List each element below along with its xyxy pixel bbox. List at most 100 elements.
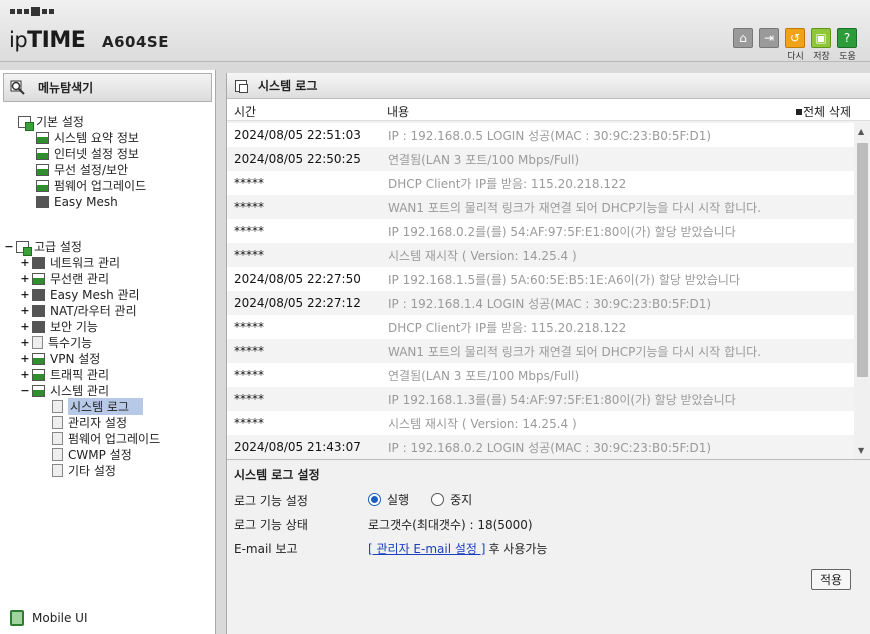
tree-basic-settings[interactable]: 기본 설정: [18, 114, 84, 131]
home-icon: ⌂: [733, 28, 753, 48]
log-row: ***** IP 192.168.0.2를(를) 54:AF:97:5F:E1:…: [234, 224, 736, 239]
expand-toggle[interactable]: +: [20, 256, 30, 269]
tree-item-traffic[interactable]: + 트래픽 관리: [20, 367, 109, 382]
delete-all-button[interactable]: 전체 삭제: [796, 103, 851, 120]
log-row: ***** IP 192.168.1.3를(를) 54:AF:97:5F:E1:…: [227, 387, 854, 411]
log-settings-section: 시스템 로그 설정 로그 기능 설정 실행 중지 로그 기능 상태 로그갯수(최…: [227, 459, 870, 599]
email-report-value: [ 관리자 E-mail 설정 ] 후 사용가능: [368, 540, 548, 557]
brand-logo: ipTIME: [9, 28, 86, 53]
lock-icon: [32, 320, 45, 333]
log-row: ***** WAN1 포트의 물리적 링크가 재연결 되어 DHCP기능을 다시…: [227, 339, 854, 363]
tree-item-system-summary[interactable]: 시스템 요약 정보: [36, 130, 139, 145]
logout-button[interactable]: ⇥: [759, 28, 780, 62]
scroll-thumb[interactable]: [857, 143, 868, 377]
scroll-up-icon[interactable]: ▲: [858, 127, 864, 136]
log-row: ***** 연결됨(LAN 3 포트/100 Mbps/Full): [234, 368, 580, 383]
page-title: 시스템 로그: [258, 79, 318, 93]
expand-toggle[interactable]: +: [20, 272, 30, 285]
email-report-label: E-mail 보고: [234, 542, 298, 556]
tree-item-firmware[interactable]: 펌웨어 업그레이드: [52, 431, 160, 446]
tree-item-wireless-security[interactable]: 무선 설정/보안: [36, 162, 128, 177]
header: ipTIME A604SE ⌂ ⇥ ↺ 다시 ▣ 저장 ? 도움: [0, 0, 870, 62]
tree-item-firmware-upgrade[interactable]: 펌웨어 업그레이드: [36, 178, 146, 193]
radio-stop[interactable]: [431, 493, 445, 506]
scroll-down-icon[interactable]: ▼: [858, 446, 864, 455]
expand-toggle[interactable]: +: [20, 304, 30, 317]
tree-item-admin-settings[interactable]: 관리자 설정: [52, 415, 127, 430]
log-scrollbar[interactable]: ▲ ▼: [854, 123, 870, 459]
home-button[interactable]: ⌂: [733, 28, 754, 62]
expand-toggle[interactable]: +: [20, 352, 30, 365]
tree-item-wireless-lan[interactable]: + 무선랜 관리: [20, 271, 109, 286]
expand-toggle[interactable]: +: [20, 320, 30, 333]
admin-email-settings-link[interactable]: [ 관리자 E-mail 설정 ]: [368, 540, 485, 557]
folder-icon: [16, 240, 32, 256]
log-row: 2024/08/05 22:50:25 연결됨(LAN 3 포트/100 Mbp…: [227, 147, 854, 171]
log-row: ***** WAN1 포트의 물리적 링크가 재연결 되어 DHCP기능을 다시…: [227, 195, 854, 219]
page-icon: [52, 464, 63, 477]
log-row: ***** DHCP Client가 IP를 받음: 115.20.218.12…: [234, 320, 627, 335]
log-func-options: 실행 중지: [368, 491, 472, 508]
page-icon: [52, 448, 63, 461]
traffic-icon: [32, 368, 45, 381]
log-status-label: 로그 기능 상태: [234, 518, 308, 532]
header-toolbar: ⌂ ⇥ ↺ 다시 ▣ 저장 ? 도움: [733, 28, 858, 62]
log-list: 2024/08/05 22:51:03 IP : 192.168.0.5 LOG…: [227, 123, 870, 459]
help-icon: ?: [837, 28, 857, 48]
page-icon: [52, 400, 63, 413]
tree-item-network[interactable]: + 네트워크 관리: [20, 255, 120, 270]
tree-item-system-mgmt[interactable]: − 시스템 관리: [20, 383, 109, 398]
mesh-icon: [32, 288, 45, 301]
mesh-icon: [36, 195, 49, 208]
mobile-phone-icon: [10, 610, 24, 626]
tree-item-special[interactable]: + 특수기능: [20, 335, 92, 350]
chart-icon: [36, 131, 49, 144]
column-content: 내용: [387, 105, 410, 119]
log-table-header: 시간 내용 전체 삭제: [227, 99, 870, 121]
folder-icon: [18, 115, 34, 131]
sidebar: 메뉴탐색기 기본 설정 시스템 요약 정보 인터넷 설정 정보 무선 설정/보안…: [0, 70, 216, 634]
expand-toggle[interactable]: +: [20, 288, 30, 301]
tree-item-easy-mesh[interactable]: Easy Mesh: [36, 194, 118, 209]
mobile-ui-link[interactable]: Mobile UI: [10, 610, 88, 626]
log-row: ***** DHCP Client가 IP를 받음: 115.20.218.12…: [234, 176, 627, 191]
tree-item-other-settings[interactable]: 기타 설정: [52, 463, 116, 478]
tree-item-easy-mesh-mgmt[interactable]: + Easy Mesh 관리: [20, 287, 139, 302]
collapse-toggle[interactable]: −: [4, 240, 14, 253]
logout-icon: ⇥: [759, 28, 779, 48]
refresh-button[interactable]: ↺ 다시: [785, 28, 806, 62]
page-title-bar: 시스템 로그: [227, 73, 870, 99]
model-name: A604SE: [102, 33, 169, 51]
page-icon: [52, 432, 63, 445]
logo-dots: [10, 7, 54, 16]
main-panel: 시스템 로그 시간 내용 전체 삭제 2024/08/05 22:51:03 I…: [226, 73, 870, 634]
log-row: ***** 시스템 재시작 ( Version: 14.25.4 ): [234, 416, 577, 431]
window-icon: [235, 79, 248, 93]
tree-item-vpn[interactable]: + VPN 설정: [20, 351, 100, 366]
refresh-icon: ↺: [785, 28, 805, 48]
wireless-icon: [36, 163, 49, 176]
page-icon: [52, 416, 63, 429]
magnifier-icon: [10, 80, 25, 95]
log-status-value: 로그갯수(최대갯수) : 18(5000): [368, 518, 533, 532]
tree-item-internet-info[interactable]: 인터넷 설정 정보: [36, 146, 139, 161]
apply-button[interactable]: 적용: [811, 569, 851, 590]
save-button[interactable]: ▣ 저장: [811, 28, 832, 62]
collapse-toggle[interactable]: −: [20, 384, 30, 397]
help-button[interactable]: ? 도움: [837, 28, 858, 62]
tree-item-security[interactable]: + 보안 기능: [20, 319, 98, 334]
tree-item-system-log[interactable]: 시스템 로그: [52, 398, 144, 415]
column-time: 시간: [234, 105, 257, 119]
settings-title: 시스템 로그 설정: [234, 468, 320, 482]
tree-item-nat-router[interactable]: + NAT/라우터 관리: [20, 303, 136, 318]
log-row: 2024/08/05 21:43:07 IP : 192.168.0.2 LOG…: [227, 435, 854, 459]
expand-toggle[interactable]: +: [20, 368, 30, 381]
expand-toggle[interactable]: +: [20, 336, 30, 349]
log-row: ***** 시스템 재시작 ( Version: 14.25.4 ): [227, 243, 854, 267]
log-row: 2024/08/05 22:51:03 IP : 192.168.0.5 LOG…: [234, 128, 712, 143]
tree-item-cwmp[interactable]: CWMP 설정: [52, 447, 132, 462]
radio-run[interactable]: [368, 493, 381, 506]
monitor-icon: [36, 147, 49, 160]
tree-advanced-settings[interactable]: − 고급 설정: [4, 239, 82, 256]
firmware-icon: [36, 179, 49, 192]
